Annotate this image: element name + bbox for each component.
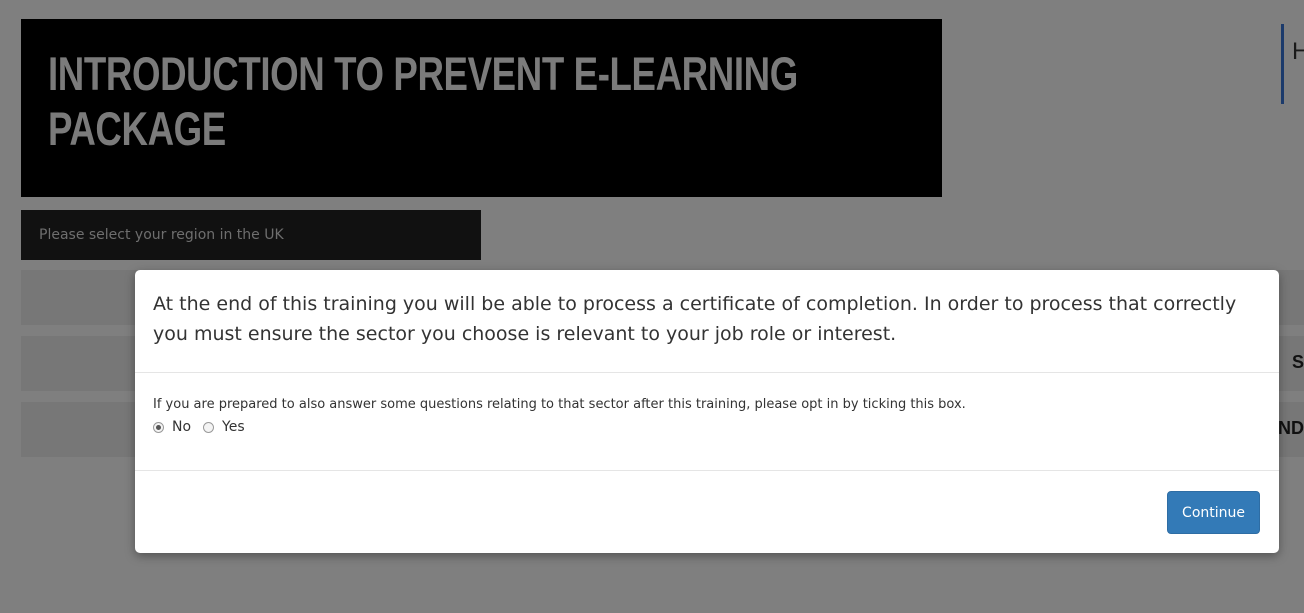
radio-option-yes[interactable]: Yes	[203, 419, 245, 435]
modal-footer: Continue	[135, 471, 1279, 553]
opt-in-question: If you are prepared to also answer some …	[153, 397, 966, 412]
title-banner: INTRODUCTION TO PREVENT E-LEARNING PACKA…	[21, 19, 942, 197]
modal-header: At the end of this training you will be …	[135, 270, 1279, 373]
opt-in-modal: At the end of this training you will be …	[135, 270, 1279, 553]
modal-header-text: At the end of this training you will be …	[153, 293, 1237, 345]
sector-row-label: ND	[1278, 418, 1304, 438]
radio-yes-label[interactable]: Yes	[222, 419, 245, 435]
radio-option-no[interactable]: No	[153, 419, 191, 435]
radio-yes-icon[interactable]	[203, 421, 215, 433]
page: INTRODUCTION TO PREVENT E-LEARNING PACKA…	[0, 0, 1304, 613]
page-title: INTRODUCTION TO PREVENT E-LEARNING PACKA…	[48, 47, 798, 155]
opt-in-radio-group: No Yes	[153, 419, 1261, 435]
region-select[interactable]: Please select your region in the UK	[21, 210, 481, 260]
logo-bar	[1281, 24, 1284, 104]
sector-row-label: S	[1291, 352, 1304, 372]
radio-no-icon[interactable]	[153, 421, 164, 433]
logo: H	[1281, 24, 1304, 104]
logo-text: H	[1292, 38, 1304, 65]
region-select-placeholder: Please select your region in the UK	[39, 227, 284, 243]
radio-no-label[interactable]: No	[172, 419, 191, 435]
continue-button[interactable]: Continue	[1167, 491, 1260, 534]
modal-body: If you are prepared to also answer some …	[135, 373, 1279, 471]
